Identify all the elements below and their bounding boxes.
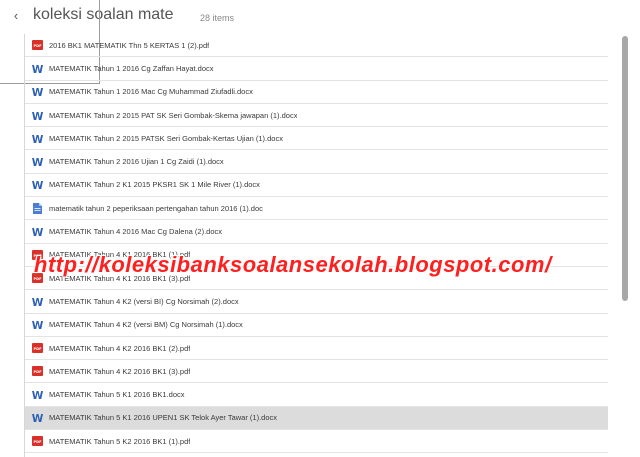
file-row[interactable]: W MATEMATIK Tahun 5 K1 2016 BK1.docx <box>25 383 608 407</box>
file-name: MATEMATIK Tahun 4 K1 2016 BK1 (3).pdf <box>49 273 191 283</box>
svg-text:PDF: PDF <box>33 254 42 258</box>
file-name: MATEMATIK Tahun 2 2016 Ujian 1 Cg Zaidi … <box>49 157 224 167</box>
file-row[interactable]: matematik tahun 2 peperiksaan pertengaha… <box>25 197 608 221</box>
file-name: MATEMATIK Tahun 5 K1 2016 UPEN1 SK Telok… <box>49 413 278 423</box>
file-row[interactable]: W MATEMATIK Tahun 2 K1 2015 PKSR1 SK 1 Mi… <box>25 174 608 198</box>
file-row[interactable]: W MATEMATIK Tahun 4 K2 (versi BI) Cg Nors… <box>25 290 608 314</box>
svg-text:PDF: PDF <box>33 347 42 351</box>
file-name: MATEMATIK Tahun 4 K1 2016 BK1 (1).pdf <box>49 250 191 260</box>
file-row[interactable]: PDF MATEMATIK Tahun 4 K1 2016 BK1 (1).pdf <box>25 244 608 267</box>
svg-text:W: W <box>32 390 43 400</box>
pdf-file-icon: PDF <box>31 342 43 354</box>
file-row[interactable]: PDF MATEMATIK Tahun 4 K2 2016 BK1 (3).pdf <box>25 360 608 384</box>
drive-folder-view: ‹ koleksi soalan mate 28 items PDF 2016 B… <box>0 0 640 457</box>
file-name: MATEMATIK Tahun 4 K2 2016 BK1 (2).pdf <box>49 343 191 353</box>
word-file-icon: W <box>31 179 43 191</box>
file-name: matematik tahun 2 peperiksaan pertengaha… <box>49 203 263 213</box>
file-row[interactable]: W MATEMATIK Tahun 4 K2 (versi BM) Cg Nors… <box>25 314 608 337</box>
word-file-icon: W <box>31 412 43 424</box>
folder-title: koleksi soalan mate <box>33 6 174 23</box>
word-file-icon: W <box>31 226 43 238</box>
file-row[interactable]: W MATEMATIK Tahun 2 2016 Ujian 1 Cg Zaidi… <box>25 150 608 174</box>
file-name: 2016 BK1 MATEMATIK Thn 5 KERTAS 1 (2).pd… <box>49 40 210 50</box>
file-row[interactable]: PDF MATEMATIK Tahun 4 K2 2016 BK1 (2).pdf <box>25 337 608 361</box>
chevron-left-icon[interactable]: ‹ <box>8 8 24 24</box>
file-list: PDF 2016 BK1 MATEMATIK Thn 5 KERTAS 1 (2)… <box>25 34 608 454</box>
svg-text:W: W <box>32 87 43 97</box>
file-row[interactable]: W MATEMATIK Tahun 4 2016 Mac Cg Dalena (2… <box>25 220 608 244</box>
word-file-icon: W <box>31 389 43 401</box>
file-name: MATEMATIK Tahun 4 K2 (versi BI) Cg Norsi… <box>49 296 239 306</box>
file-row[interactable]: W MATEMATIK Tahun 1 2016 Cg Zaffan Hayat.… <box>25 57 608 81</box>
svg-text:W: W <box>32 134 43 144</box>
pdf-file-icon: PDF <box>31 365 43 377</box>
word-file-icon: W <box>31 132 43 144</box>
svg-text:PDF: PDF <box>33 370 42 374</box>
file-name: MATEMATIK Tahun 2 2015 PAT SK Seri Gomba… <box>49 110 298 120</box>
svg-text:W: W <box>32 180 43 190</box>
pdf-file-icon: PDF <box>31 435 43 447</box>
file-name: MATEMATIK Tahun 1 2016 Mac Cg Muhammad Z… <box>49 87 253 97</box>
file-row[interactable]: W MATEMATIK Tahun 1 2016 Mac Cg Muhammad … <box>25 81 608 104</box>
svg-text:W: W <box>32 157 43 167</box>
file-name: MATEMATIK Tahun 2 2015 PATSK Seri Gombak… <box>49 133 283 143</box>
document-file-icon <box>31 202 43 214</box>
file-name: MATEMATIK Tahun 4 K2 (versi BM) Cg Norsi… <box>49 320 243 330</box>
svg-text:PDF: PDF <box>33 277 42 281</box>
file-row[interactable]: PDF MATEMATIK Tahun 5 K2 2016 BK1 (1).pdf <box>25 430 608 454</box>
scrollbar-thumb[interactable] <box>622 36 628 301</box>
word-file-icon: W <box>31 86 43 98</box>
file-name: MATEMATIK Tahun 4 K2 2016 BK1 (3).pdf <box>49 366 191 376</box>
word-file-icon: W <box>31 319 43 331</box>
word-file-icon: W <box>31 295 43 307</box>
file-row[interactable]: PDF 2016 BK1 MATEMATIK Thn 5 KERTAS 1 (2)… <box>25 34 608 58</box>
file-name: MATEMATIK Tahun 1 2016 Cg Zaffan Hayat.d… <box>49 63 214 73</box>
pdf-file-icon: PDF <box>31 249 43 261</box>
svg-text:W: W <box>32 320 43 330</box>
file-name: MATEMATIK Tahun 2 K1 2015 PKSR1 SK 1 Mil… <box>49 180 260 190</box>
file-row[interactable]: W MATEMATIK Tahun 5 K1 2016 UPEN1 SK Telo… <box>25 406 608 431</box>
svg-text:PDF: PDF <box>33 44 42 48</box>
folder-header: ‹ koleksi soalan mate 28 items <box>0 0 640 34</box>
file-name: MATEMATIK Tahun 5 K1 2016 BK1.docx <box>49 390 185 400</box>
item-count: 28 items <box>200 13 235 23</box>
svg-text:W: W <box>32 413 43 423</box>
svg-text:W: W <box>32 64 43 74</box>
file-row[interactable]: PDF MATEMATIK Tahun 4 K1 2016 BK1 (3).pdf <box>25 267 608 291</box>
file-row[interactable]: W MATEMATIK Tahun 2 2015 PATSK Seri Gomba… <box>25 127 608 151</box>
file-name: MATEMATIK Tahun 4 2016 Mac Cg Dalena (2)… <box>49 227 222 237</box>
word-file-icon: W <box>31 62 43 74</box>
pdf-file-icon: PDF <box>31 39 43 51</box>
file-name: MATEMATIK Tahun 5 K2 2016 BK1 (1).pdf <box>49 436 191 446</box>
word-file-icon: W <box>31 156 43 168</box>
word-file-icon: W <box>31 109 43 121</box>
svg-text:PDF: PDF <box>33 440 42 444</box>
svg-text:W: W <box>32 227 43 237</box>
svg-text:W: W <box>32 297 43 307</box>
file-row[interactable]: W MATEMATIK Tahun 2 2015 PAT SK Seri Gomb… <box>25 104 608 128</box>
svg-text:W: W <box>32 110 43 120</box>
pdf-file-icon: PDF <box>31 272 43 284</box>
